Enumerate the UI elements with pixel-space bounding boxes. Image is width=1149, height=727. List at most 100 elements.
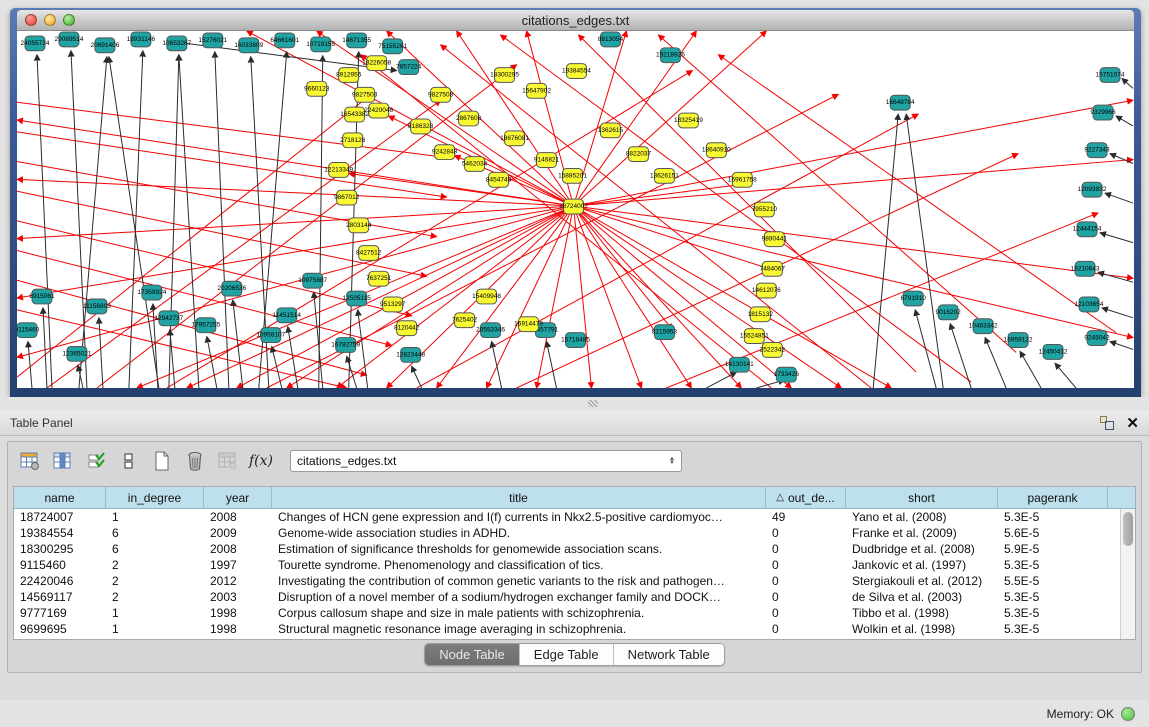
network-node[interactable]: 18325419 xyxy=(674,113,703,128)
network-edge[interactable] xyxy=(873,114,898,388)
network-node[interactable]: 2803144 xyxy=(346,218,372,233)
delete-table-button[interactable] xyxy=(216,450,240,472)
network-node[interactable]: 20691406 xyxy=(90,38,119,53)
tab-node-table[interactable]: Node Table xyxy=(425,644,520,665)
network-node[interactable]: 10463342 xyxy=(969,319,998,334)
network-node[interactable]: 9245042 xyxy=(1084,331,1110,346)
network-node[interactable]: 6791910 xyxy=(901,291,927,306)
network-node[interactable]: 2867608 xyxy=(456,111,482,126)
network-node[interactable]: 14612076 xyxy=(752,283,781,298)
network-edge[interactable] xyxy=(706,372,736,388)
network-edge[interactable] xyxy=(28,342,32,388)
grid-small-button[interactable] xyxy=(117,450,141,472)
network-edge[interactable] xyxy=(417,114,919,388)
network-node[interactable]: 15276021 xyxy=(198,33,227,48)
delete-column-button[interactable] xyxy=(183,450,207,472)
network-node[interactable]: 12103654 xyxy=(1075,297,1104,312)
network-edge[interactable] xyxy=(412,366,422,388)
network-node[interactable]: 9827508 xyxy=(428,87,454,102)
network-edge[interactable] xyxy=(79,57,107,388)
network-edge[interactable] xyxy=(574,206,692,388)
close-panel-icon[interactable]: ✕ xyxy=(1126,416,1139,431)
network-node[interactable]: 24055724 xyxy=(21,36,50,51)
network-node[interactable]: 7857224 xyxy=(396,60,422,75)
table-row[interactable]: 911546021997Tourette syndrome. Phenomeno… xyxy=(14,557,1135,573)
table-row[interactable]: 2242004622012Investigating the contribut… xyxy=(14,573,1135,589)
network-edge[interactable] xyxy=(207,337,217,388)
network-node[interactable]: 18300295 xyxy=(490,68,519,83)
network-edge[interactable] xyxy=(1055,363,1076,388)
select-all-button[interactable] xyxy=(84,450,108,472)
network-node[interactable]: 12093832 xyxy=(1078,182,1107,197)
window-titlebar[interactable]: citations_edges.txt xyxy=(17,10,1134,31)
network-node[interactable]: 15409948 xyxy=(472,289,501,304)
network-node[interactable]: 9513297 xyxy=(380,297,406,312)
network-node[interactable]: 8427512 xyxy=(356,246,382,261)
column-header-in-degree[interactable]: in_degree xyxy=(106,487,204,508)
network-edge[interactable] xyxy=(288,327,298,388)
column-header-short[interactable]: short xyxy=(846,487,998,508)
network-node[interactable]: 8215953 xyxy=(652,325,678,340)
divider-handle-icon[interactable] xyxy=(588,400,598,407)
column-header-pagerank[interactable]: pagerank xyxy=(998,487,1108,508)
network-node[interactable]: 16033809 xyxy=(234,38,263,53)
network-node[interactable]: 14671355 xyxy=(342,33,371,48)
network-node[interactable]: 9890441 xyxy=(762,232,788,247)
network-node[interactable]: 19218926 xyxy=(656,48,685,63)
network-edge[interactable] xyxy=(129,51,143,388)
network-node[interactable]: 18931146 xyxy=(127,32,156,47)
network-node[interactable]: 19384554 xyxy=(562,64,591,79)
float-panel-icon[interactable] xyxy=(1100,416,1114,430)
column-header-name[interactable]: name xyxy=(14,487,106,508)
table-row[interactable]: 977716911998Corpus callosum shape and si… xyxy=(14,605,1135,621)
network-node[interactable]: 9867012 xyxy=(334,190,360,205)
network-edge[interactable] xyxy=(319,56,323,388)
network-node[interactable]: 9146821 xyxy=(534,153,560,168)
network-edge[interactable] xyxy=(658,35,1016,352)
column-header-year[interactable]: year xyxy=(204,487,272,508)
network-edge[interactable] xyxy=(437,206,574,388)
network-node[interactable]: 9660123 xyxy=(304,81,330,96)
network-node[interactable]: 7955210 xyxy=(752,202,778,217)
network-node[interactable]: 7637251 xyxy=(366,271,392,286)
network-edge[interactable] xyxy=(1116,116,1133,126)
network-edge[interactable] xyxy=(71,51,87,388)
network-edge[interactable] xyxy=(99,318,103,388)
table-row[interactable]: 1830029562008Estimation of significance … xyxy=(14,541,1135,557)
split-divider[interactable] xyxy=(0,397,1149,411)
table-selector-dropdown[interactable]: citations_edges.txt ▲▼ xyxy=(290,450,682,472)
network-node[interactable]: 20206536 xyxy=(217,281,246,296)
network-edge[interactable] xyxy=(1105,193,1133,203)
network-edge[interactable] xyxy=(215,52,229,388)
network-node[interactable]: 10719155 xyxy=(306,37,335,52)
network-node[interactable]: 20553346 xyxy=(476,323,505,338)
network-node[interactable]: 13626151 xyxy=(650,168,679,183)
network-node[interactable]: 16210643 xyxy=(1071,261,1100,276)
network-node[interactable]: 16959122 xyxy=(1004,333,1033,348)
network-node[interactable]: 8822037 xyxy=(626,147,652,162)
network-node[interactable]: 12450412 xyxy=(1039,344,1068,359)
table-row[interactable]: 969969511998Structural magnetic resonanc… xyxy=(14,621,1135,637)
network-edge[interactable] xyxy=(574,206,842,388)
table-row[interactable]: 1938455462009Genome-wide association stu… xyxy=(14,525,1135,541)
network-node[interactable]: 1733426 xyxy=(774,367,800,382)
network-edge[interactable] xyxy=(1122,78,1133,88)
function-builder-button[interactable]: f(x) xyxy=(249,450,273,472)
network-node[interactable]: 8813054 xyxy=(598,32,624,47)
scrollbar-thumb[interactable] xyxy=(1123,512,1133,546)
column-header-title[interactable]: title xyxy=(272,487,766,508)
network-canvas[interactable]: 2405572429089514206914061893114610653267… xyxy=(17,31,1134,388)
network-node[interactable]: 8120442 xyxy=(394,321,420,336)
network-node[interactable]: 12823448 xyxy=(396,347,425,362)
table-row[interactable]: 1872400712008Changes of HCN gene express… xyxy=(14,509,1135,525)
table-row[interactable]: 1456911722003Disruption of a novel membe… xyxy=(14,589,1135,605)
network-edge[interactable] xyxy=(43,308,47,388)
network-view[interactable]: 2405572429089514206914061893114610653267… xyxy=(17,31,1134,388)
network-node[interactable]: 9115460 xyxy=(17,323,40,338)
column-header-out-degree[interactable]: △out_de... xyxy=(766,487,846,508)
network-edge[interactable] xyxy=(1100,233,1133,243)
network-edge[interactable] xyxy=(17,206,574,298)
network-node[interactable]: 15885201 xyxy=(558,168,587,183)
network-node[interactable]: 2718126 xyxy=(340,133,366,148)
network-node[interactable]: 8912955 xyxy=(336,68,362,83)
